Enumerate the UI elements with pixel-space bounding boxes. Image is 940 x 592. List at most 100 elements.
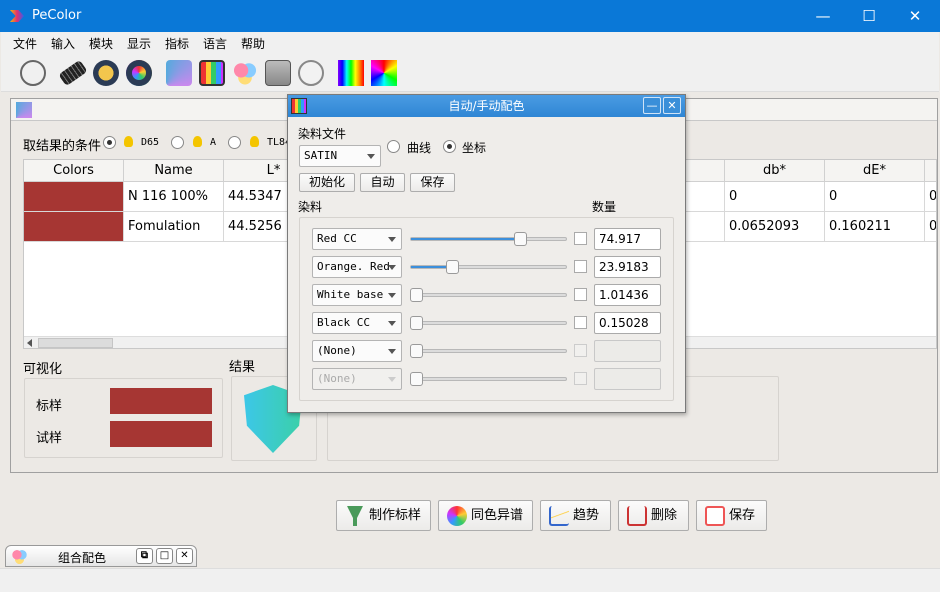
color-grid-icon bbox=[291, 98, 307, 114]
spectrum-icon[interactable] bbox=[338, 60, 364, 86]
radio-d65[interactable] bbox=[103, 136, 116, 149]
row-db[interactable]: 0 bbox=[725, 182, 825, 212]
scroll-left-arrow-icon[interactable] bbox=[27, 339, 32, 347]
row-next[interactable]: 0 bbox=[925, 212, 936, 242]
dye-select[interactable]: Red CC bbox=[312, 228, 402, 250]
slider-thumb[interactable] bbox=[410, 288, 423, 302]
close-button[interactable]: ✕ bbox=[892, 0, 938, 32]
scrollbar-thumb[interactable] bbox=[38, 338, 113, 348]
slider-thumb[interactable] bbox=[410, 344, 423, 358]
dock-close-button[interactable]: ✕ bbox=[176, 548, 193, 564]
dye-quantity-input[interactable]: 1.01436 bbox=[594, 284, 661, 306]
dye-quantity-input[interactable] bbox=[594, 368, 661, 390]
chevron-down-icon bbox=[367, 154, 375, 159]
dock-maximize-button[interactable]: □ bbox=[156, 548, 173, 564]
row-db[interactable]: 0.0652093 bbox=[725, 212, 825, 242]
palette-icon[interactable] bbox=[298, 60, 324, 86]
color-cross-icon[interactable] bbox=[371, 60, 397, 86]
row-name[interactable]: Fomulation bbox=[124, 212, 224, 242]
dye-lock-checkbox[interactable] bbox=[574, 288, 587, 301]
dialog-save-button[interactable]: 保存 bbox=[410, 173, 455, 192]
dye-quantity-input[interactable]: 23.9183 bbox=[594, 256, 661, 278]
dye-slider[interactable] bbox=[410, 316, 567, 330]
metamerism-button[interactable]: 同色异谱 bbox=[438, 500, 533, 531]
dialog-close-button[interactable]: ✕ bbox=[663, 97, 681, 114]
dialog-title-bar[interactable]: 自动/手动配色 — ✕ bbox=[288, 95, 685, 117]
dialog-minimize-button[interactable]: — bbox=[643, 97, 661, 114]
header-name[interactable]: Name bbox=[124, 160, 224, 182]
save-button[interactable]: 保存 bbox=[696, 500, 767, 531]
folder-icon[interactable] bbox=[93, 60, 119, 86]
dye-lock-checkbox[interactable] bbox=[574, 372, 587, 385]
slider-thumb[interactable] bbox=[410, 316, 423, 330]
header-de[interactable]: dE* bbox=[825, 160, 925, 182]
dye-select[interactable]: (None) bbox=[312, 368, 402, 390]
minimize-button[interactable]: — bbox=[800, 0, 846, 32]
dye-lock-checkbox[interactable] bbox=[574, 316, 587, 329]
make-standard-button[interactable]: 制作标样 bbox=[336, 500, 431, 531]
chevron-down-icon bbox=[388, 321, 396, 326]
dock-tab[interactable]: 组合配色 ⧉ □ ✕ bbox=[5, 545, 197, 567]
radio-a[interactable] bbox=[171, 136, 184, 149]
settings-icon[interactable] bbox=[20, 60, 46, 86]
dye-lock-checkbox[interactable] bbox=[574, 344, 587, 357]
dye-quantity-input[interactable]: 74.917 bbox=[594, 228, 661, 250]
dye-file-select[interactable]: SATIN bbox=[299, 145, 381, 167]
row-de[interactable]: 0 bbox=[825, 182, 925, 212]
initialize-button[interactable]: 初始化 bbox=[299, 173, 355, 192]
color-grid-icon[interactable] bbox=[199, 60, 225, 86]
dye-slider[interactable] bbox=[410, 344, 567, 358]
dye-slider[interactable] bbox=[410, 288, 567, 302]
maximize-button[interactable]: ☐ bbox=[846, 0, 892, 32]
dye-slider[interactable] bbox=[410, 260, 567, 274]
radio-coordinate[interactable] bbox=[443, 140, 456, 153]
dye-select[interactable]: White base bbox=[312, 284, 402, 306]
row-de[interactable]: 0.160211 bbox=[825, 212, 925, 242]
trend-button[interactable]: 趋势 bbox=[540, 500, 611, 531]
chevron-down-icon bbox=[388, 349, 396, 354]
auto-button[interactable]: 自动 bbox=[360, 173, 405, 192]
color-wheel-icon[interactable] bbox=[126, 60, 152, 86]
row-next[interactable]: 0 bbox=[925, 182, 936, 212]
dock-restore-button[interactable]: ⧉ bbox=[136, 548, 153, 564]
color-fan-icon[interactable] bbox=[166, 60, 192, 86]
delete-button[interactable]: 删除 bbox=[618, 500, 689, 531]
menu-input[interactable]: 输入 bbox=[51, 35, 75, 52]
dye-lock-checkbox[interactable] bbox=[574, 232, 587, 245]
menu-language[interactable]: 语言 bbox=[203, 35, 227, 52]
dye-select[interactable]: Orange. Red bbox=[312, 256, 402, 278]
menu-bar: 文件 输入 模块 显示 指标 语言 帮助 bbox=[1, 32, 939, 54]
row-name[interactable]: N 116 100% bbox=[124, 182, 224, 212]
standard-swatch bbox=[110, 388, 212, 414]
dye-slider[interactable] bbox=[410, 372, 567, 386]
slider-thumb[interactable] bbox=[410, 372, 423, 386]
dye-select[interactable]: (None) bbox=[312, 340, 402, 362]
dye-file-label: 染料文件 bbox=[298, 127, 347, 141]
menu-display[interactable]: 显示 bbox=[127, 35, 151, 52]
menu-file[interactable]: 文件 bbox=[13, 35, 37, 52]
slider-thumb[interactable] bbox=[446, 260, 459, 274]
rgb-circles-icon[interactable] bbox=[232, 60, 258, 86]
radio-curve[interactable] bbox=[387, 140, 400, 153]
menu-help[interactable]: 帮助 bbox=[241, 35, 265, 52]
dye-lock-checkbox[interactable] bbox=[574, 260, 587, 273]
result-title: 结果 bbox=[229, 360, 256, 375]
menu-index[interactable]: 指标 bbox=[165, 35, 189, 52]
header-next[interactable] bbox=[925, 160, 936, 182]
header-colors[interactable]: Colors bbox=[24, 160, 124, 182]
row-color-swatch[interactable] bbox=[24, 182, 124, 212]
dye-select[interactable]: Black CC bbox=[312, 312, 402, 334]
row-color-swatch[interactable] bbox=[24, 212, 124, 242]
lab-instrument-icon[interactable] bbox=[265, 60, 291, 86]
visual-group: 标样 试样 bbox=[24, 378, 223, 458]
header-db[interactable]: db* bbox=[725, 160, 825, 182]
slider-thumb[interactable] bbox=[513, 232, 527, 246]
folder-save-icon bbox=[705, 506, 725, 526]
dye-quantity-input[interactable]: 0.15028 bbox=[594, 312, 661, 334]
dye-name: (None) bbox=[317, 372, 357, 385]
dye-slider[interactable] bbox=[410, 232, 567, 246]
radio-tl84[interactable] bbox=[228, 136, 241, 149]
dye-quantity-input[interactable] bbox=[594, 340, 661, 362]
menu-module[interactable]: 模块 bbox=[89, 35, 113, 52]
keyboard-icon[interactable] bbox=[58, 59, 88, 87]
